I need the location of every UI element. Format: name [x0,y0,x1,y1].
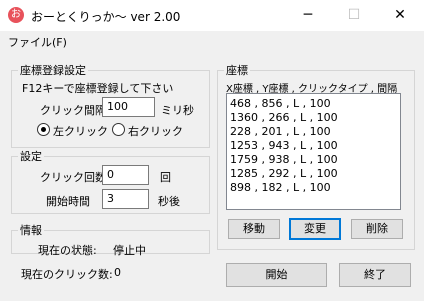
coords-list-item[interactable]: 1253 , 943 , L , 100 [230,139,338,152]
maximize-button[interactable]: ☐ [331,0,377,31]
click-count-status-value: 0 [114,266,121,279]
minimize-button[interactable]: ─ [285,0,331,31]
coord-hint-text: F12キーで座標登録して下さい [22,82,174,95]
state-label: 現在の状態: [38,244,97,257]
coords-list-item[interactable]: 228 , 201 , L , 100 [230,125,331,138]
interval-label: クリック間隔 [40,104,106,117]
right-click-label[interactable]: 右クリック [128,123,183,139]
click-count-input[interactable]: 0 [102,165,149,185]
start-time-unit: 秒後 [158,195,180,208]
app-icon: お [8,7,24,23]
move-button[interactable]: 移動 [228,219,280,239]
window-title: おーとくりっか～ ver 2.00 [31,10,181,24]
click-count-unit: 回 [160,171,171,184]
close-button[interactable]: ✕ [377,0,423,31]
end-button[interactable]: 終了 [339,263,411,287]
coords-legend: 座標 [224,62,250,78]
click-count-label: クリック回数 [40,171,106,184]
coords-list-item[interactable]: 1360 , 266 , L , 100 [230,111,338,124]
interval-input[interactable]: 100 [102,97,155,117]
change-button[interactable]: 変更 [289,218,341,240]
state-value: 停止中 [113,244,146,257]
start-button[interactable]: 開始 [226,263,327,287]
delete-button[interactable]: 削除 [351,219,403,239]
menu-file[interactable]: ファイル(F) [8,34,67,50]
left-click-label[interactable]: 左クリック [53,123,108,139]
coords-list-item[interactable]: 898 , 182 , L , 100 [230,181,331,194]
start-time-label: 開始時間 [46,195,90,208]
info-legend: 情報 [18,222,44,238]
coords-list-item[interactable]: 1759 , 938 , L , 100 [230,153,338,166]
coords-list-item[interactable]: 1285 , 292 , L , 100 [230,167,338,180]
coords-list[interactable]: 468 , 856 , L , 100 1360 , 266 , L , 100… [226,93,401,210]
coords-list-item[interactable]: 468 , 856 , L , 100 [230,97,331,110]
right-click-radio[interactable] [112,123,125,136]
left-click-radio[interactable] [37,123,50,136]
click-count-status-label: 現在のクリック数: [21,268,113,281]
interval-unit: ミリ秒 [161,104,194,117]
settings-legend: 設定 [18,148,44,164]
start-time-input[interactable]: 3 [102,189,149,209]
coord-setting-legend: 座標登録設定 [18,62,88,78]
